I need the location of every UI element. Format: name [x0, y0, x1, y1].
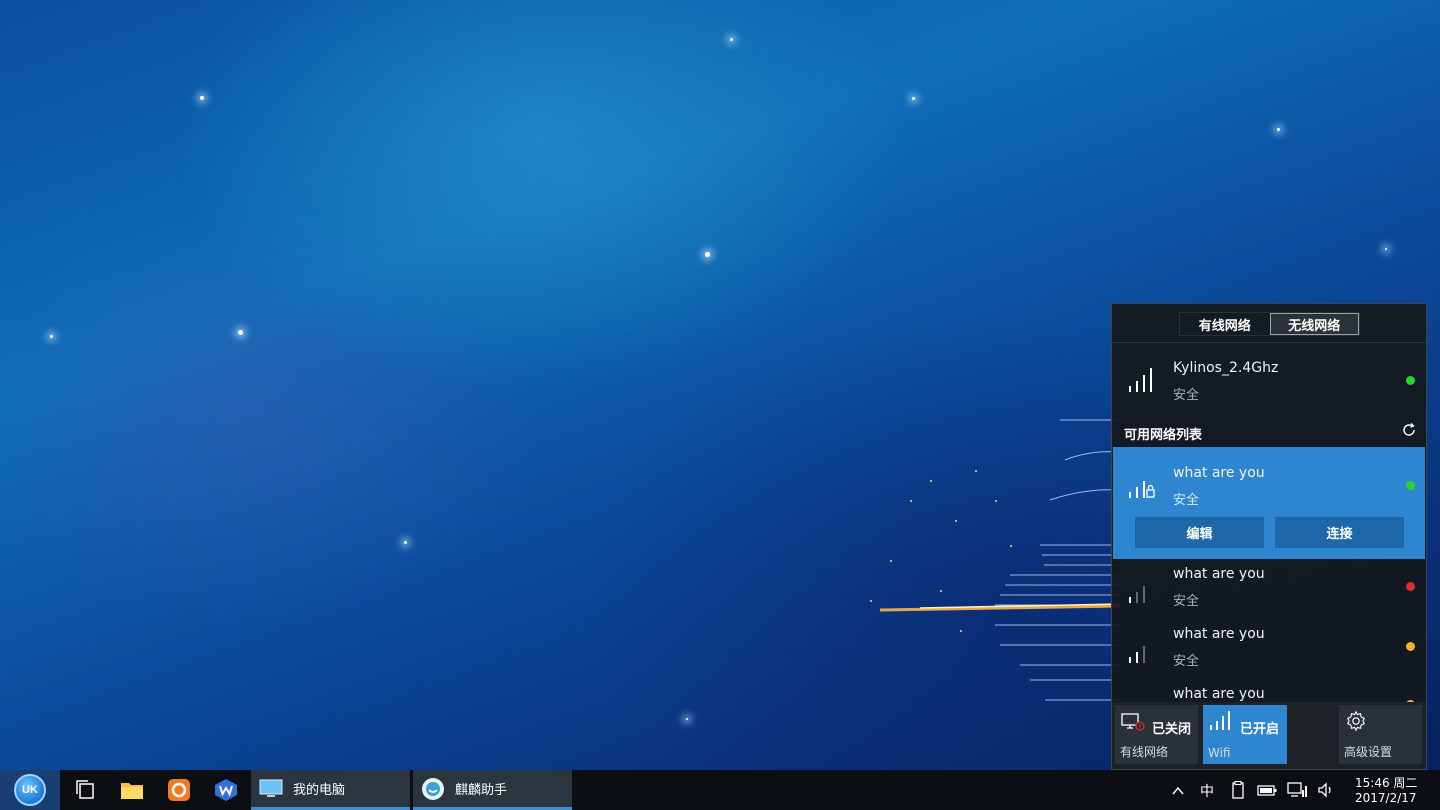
- start-logo: UK: [14, 774, 46, 806]
- network-security: 安全: [1173, 654, 1200, 669]
- wifi-state: 已开启: [1240, 722, 1280, 737]
- input-method-indicator[interactable]: 中: [1200, 781, 1214, 801]
- star: [404, 541, 407, 544]
- assistant-icon: [422, 777, 444, 800]
- wifi-signal-medium-icon: [1129, 646, 1145, 663]
- wifi-signal-full-icon: [1129, 368, 1152, 392]
- wifi-toggle-tile[interactable]: 已开启 Wifi: [1203, 705, 1287, 764]
- start-button[interactable]: UK: [0, 770, 60, 810]
- star: [238, 330, 243, 335]
- clock-date[interactable]: 2017/2/17: [1355, 791, 1417, 805]
- browser-icon[interactable]: [167, 778, 191, 802]
- clock-time[interactable]: 15:46 周二: [1355, 774, 1417, 791]
- star: [686, 718, 688, 720]
- network-item[interactable]: what are you: [1112, 680, 1426, 702]
- folder-icon[interactable]: [120, 780, 144, 800]
- refresh-icon[interactable]: [1402, 423, 1416, 437]
- star: [705, 252, 710, 257]
- status-dot: [1406, 642, 1415, 651]
- network-name: what are you: [1173, 626, 1265, 642]
- advanced-settings-tile[interactable]: 高级设置: [1339, 705, 1422, 764]
- wps-icon[interactable]: [214, 778, 238, 802]
- divider: [1112, 342, 1426, 343]
- status-dot: [1406, 582, 1415, 591]
- sparkle: [890, 560, 892, 562]
- multitask-view-icon[interactable]: [74, 779, 96, 801]
- computer-icon: [259, 779, 283, 797]
- tab-wireless[interactable]: 无线网络: [1269, 313, 1359, 335]
- available-networks-title: 可用网络列表: [1124, 428, 1203, 443]
- sparkle: [955, 520, 957, 522]
- task-label: 麒麟助手: [455, 783, 508, 798]
- sparkle: [870, 600, 872, 602]
- status-dot-selected: [1406, 481, 1415, 490]
- network-security: 安全: [1173, 594, 1200, 609]
- star: [1385, 248, 1387, 250]
- star: [200, 96, 204, 100]
- network-security: 安全: [1173, 493, 1200, 508]
- wired-state: 已关闭: [1152, 722, 1192, 737]
- wired-network-off-icon: [1121, 713, 1145, 731]
- network-name: what are you: [1173, 465, 1265, 481]
- volume-icon[interactable]: [1317, 781, 1335, 799]
- wifi-icon: [1210, 711, 1230, 730]
- battery-icon[interactable]: [1257, 781, 1277, 799]
- sparkle: [930, 480, 932, 482]
- network-tabs: 有线网络 无线网络: [1179, 312, 1360, 336]
- status-dot-connected: [1406, 376, 1415, 385]
- network-item[interactable]: what are you 安全: [1112, 560, 1426, 620]
- sparkle: [960, 630, 962, 632]
- network-item[interactable]: what are you 安全: [1112, 620, 1426, 680]
- star: [912, 97, 915, 100]
- star: [50, 335, 53, 338]
- sparkle: [1010, 545, 1012, 547]
- connected-network[interactable]: Kylinos_2.4Ghz 安全: [1112, 344, 1426, 412]
- connect-button[interactable]: 连接: [1275, 517, 1404, 548]
- chevron-up-icon[interactable]: [1171, 784, 1185, 798]
- sparkle: [995, 500, 997, 502]
- temple-illustration: [879, 419, 1120, 701]
- edit-button[interactable]: 编辑: [1135, 517, 1264, 548]
- wifi-signal-locked-icon: [1129, 481, 1155, 498]
- taskbar: UK 我的电脑 麒麟助手 中 15:46 周二 2017/2/17: [0, 770, 1440, 810]
- network-tray-icon[interactable]: [1287, 781, 1307, 799]
- task-label: 我的电脑: [293, 783, 346, 798]
- task-my-computer[interactable]: 我的电脑: [251, 770, 410, 810]
- gear-icon: [1346, 710, 1366, 732]
- star: [730, 38, 733, 41]
- star: [1277, 128, 1280, 131]
- network-panel: 有线网络 无线网络 Kylinos_2.4Ghz 安全 可用网络列表 what …: [1111, 303, 1427, 770]
- selected-network[interactable]: what are you 安全 编辑 连接: [1113, 447, 1425, 559]
- sparkle: [940, 590, 942, 592]
- wired-toggle-tile[interactable]: 已关闭 有线网络: [1115, 705, 1198, 764]
- task-kylin-assistant[interactable]: 麒麟助手: [413, 770, 572, 810]
- tab-wired[interactable]: 有线网络: [1180, 313, 1270, 335]
- quick-settings-bar: 已关闭 有线网络 已开启 Wifi 高级设置: [1112, 702, 1426, 769]
- network-name: Kylinos_2.4Ghz: [1173, 360, 1279, 376]
- network-name: what are you: [1173, 686, 1265, 702]
- sparkle: [975, 470, 977, 472]
- network-name: what are you: [1173, 566, 1265, 582]
- wifi-signal-weak-icon: [1129, 586, 1145, 603]
- wifi-label: Wifi: [1208, 746, 1231, 760]
- sparkle: [910, 500, 912, 502]
- clipboard-icon[interactable]: [1229, 781, 1247, 799]
- network-security: 安全: [1173, 388, 1200, 403]
- wired-label: 有线网络: [1120, 745, 1169, 759]
- settings-label: 高级设置: [1344, 745, 1393, 759]
